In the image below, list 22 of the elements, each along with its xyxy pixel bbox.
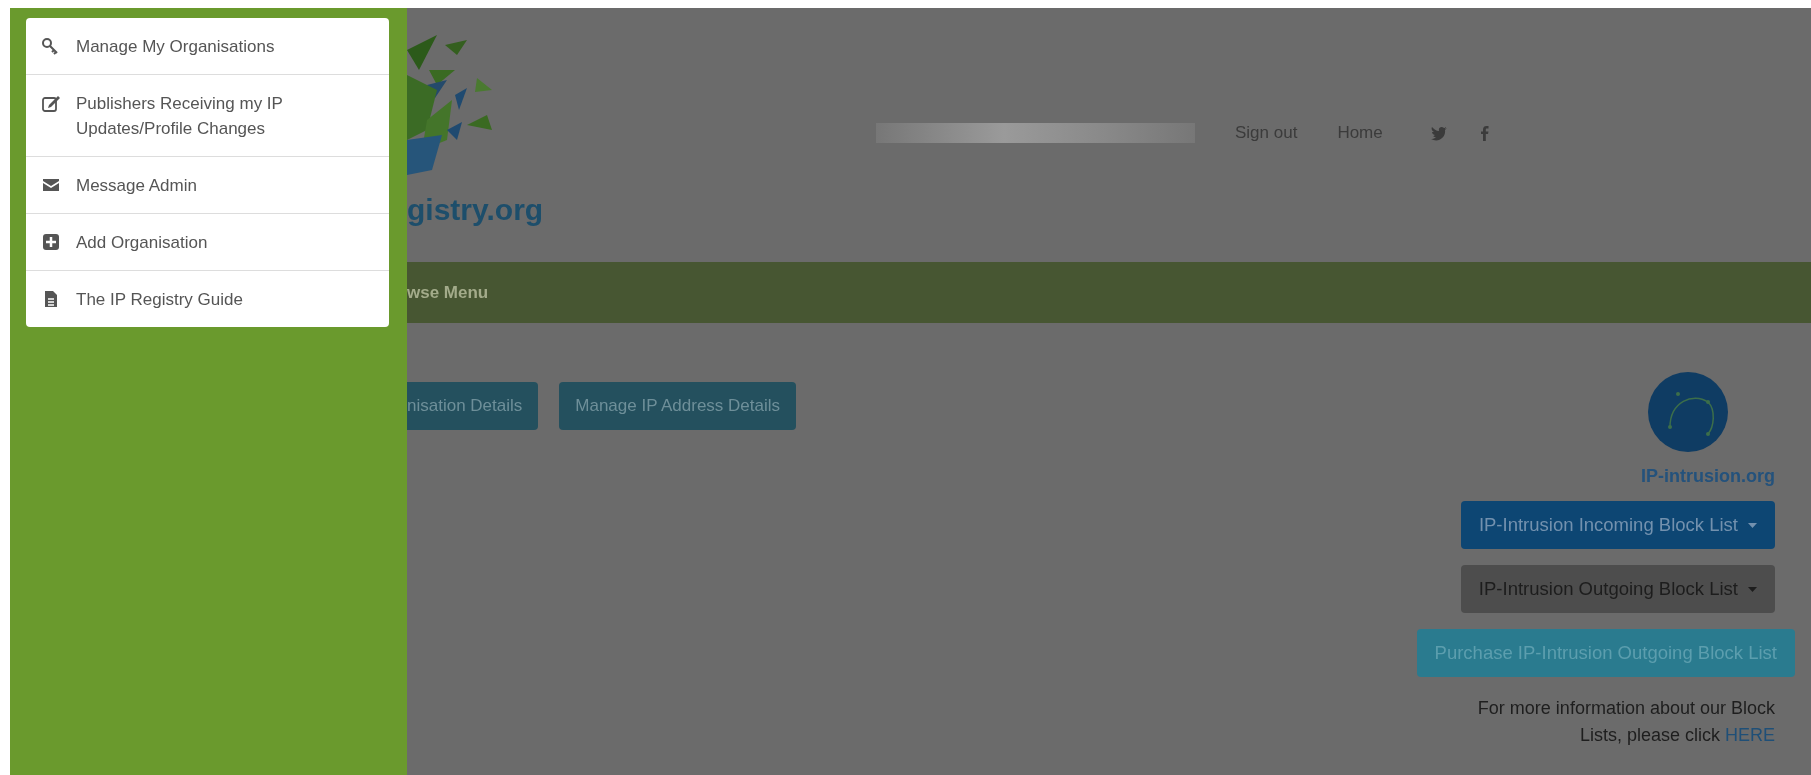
menu-item[interactable]: The IP Registry Guide — [26, 270, 389, 327]
caret-icon — [1748, 586, 1757, 592]
envelope-icon — [42, 176, 60, 194]
caret-icon — [1748, 522, 1757, 528]
menu-item[interactable]: Publishers Receiving my IP Updates/Profile Changes — [26, 74, 389, 156]
edit-icon — [42, 94, 60, 112]
action-button[interactable]: nisation Details — [407, 382, 539, 430]
menu-item[interactable]: Message Admin — [26, 156, 389, 213]
dropdown-button[interactable]: IP-Intrusion Incoming Block List — [1460, 501, 1775, 549]
bird-icon[interactable] — [1430, 125, 1447, 141]
key-icon — [42, 37, 60, 55]
file-icon — [42, 290, 60, 308]
plus-square-icon — [42, 233, 60, 251]
logo-text: IP-intrusion.org — [1641, 466, 1775, 487]
menu-item[interactable]: Manage My Organisations — [26, 18, 389, 74]
info-text: For more information about our Block Lists, please click HERE — [1476, 697, 1775, 747]
here-link[interactable]: HERE — [1725, 725, 1775, 745]
menu-item[interactable]: Add Organisation — [26, 213, 389, 270]
logo-text: gistry.org — [407, 193, 545, 227]
action-button[interactable]: Manage IP Address Details — [559, 382, 797, 430]
nav-bar-label[interactable]: wse Menu — [407, 282, 489, 303]
globe-logo-icon — [1648, 372, 1728, 452]
